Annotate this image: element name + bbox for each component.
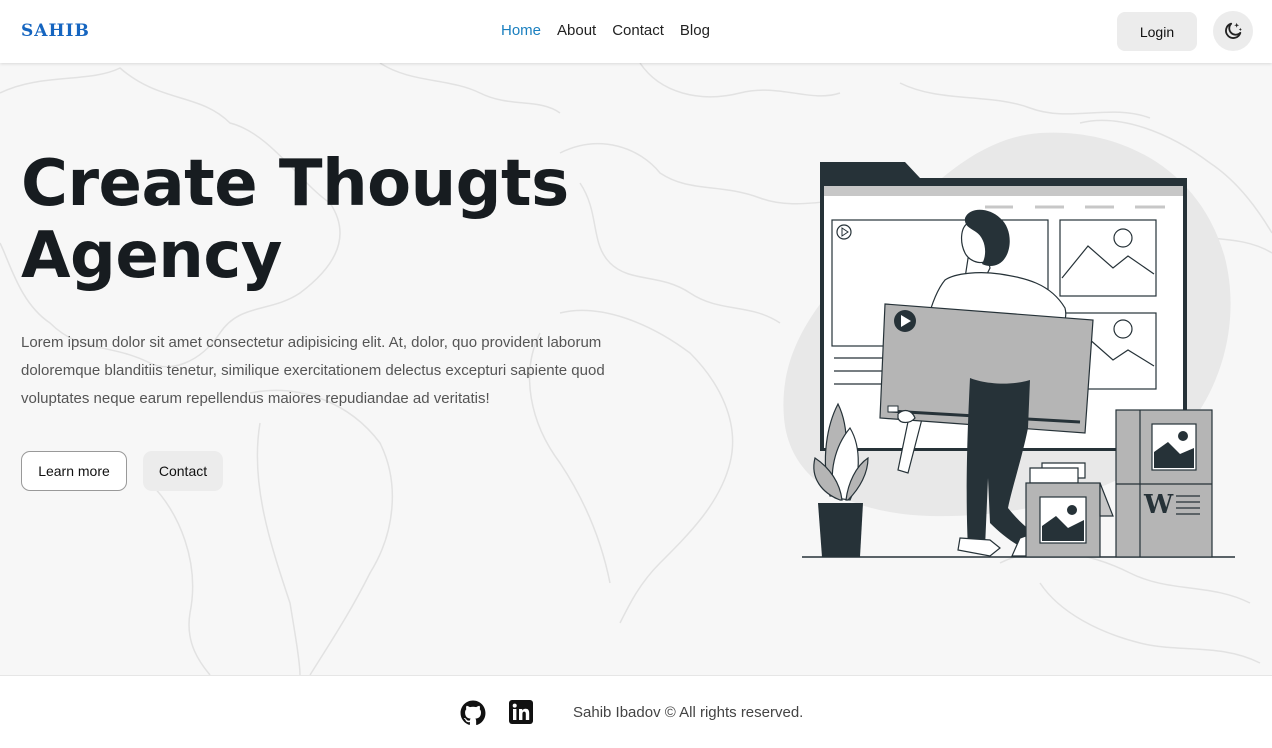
main-nav: Home About Contact Blog: [501, 22, 710, 39]
nav-link-blog[interactable]: Blog: [680, 22, 710, 39]
linkedin-icon[interactable]: [509, 700, 533, 724]
theme-toggle-button[interactable]: [1213, 11, 1253, 51]
login-button[interactable]: Login: [1117, 12, 1197, 51]
copyright-text: Sahib Ibadov © All rights reserved.: [573, 704, 804, 721]
github-icon[interactable]: [460, 700, 486, 726]
svg-text:W: W: [1143, 490, 1174, 520]
top-navbar: SAHIB Home About Contact Blog Login: [0, 0, 1272, 63]
nav-link-contact[interactable]: Contact: [612, 22, 664, 39]
hero-section: Create Thougts Agency Lorem ipsum dolor …: [0, 63, 1272, 675]
footer: Sahib Ibadov © All rights reserved.: [0, 675, 1272, 748]
learn-more-button[interactable]: Learn more: [21, 451, 127, 491]
nav-link-about[interactable]: About: [557, 22, 596, 39]
hero-illustration: W: [783, 132, 1235, 558]
hero-title-line-1: Create Thougts: [21, 147, 569, 221]
site-logo[interactable]: SAHIB: [21, 21, 90, 41]
hero-title: Create Thougts Agency: [21, 148, 641, 292]
moon-stars-icon: [1225, 22, 1242, 39]
contact-button[interactable]: Contact: [143, 451, 223, 491]
hero-title-line-2: Agency: [21, 219, 282, 293]
hero-description: Lorem ipsum dolor sit amet consectetur a…: [21, 334, 605, 407]
nav-link-home[interactable]: Home: [501, 22, 541, 39]
